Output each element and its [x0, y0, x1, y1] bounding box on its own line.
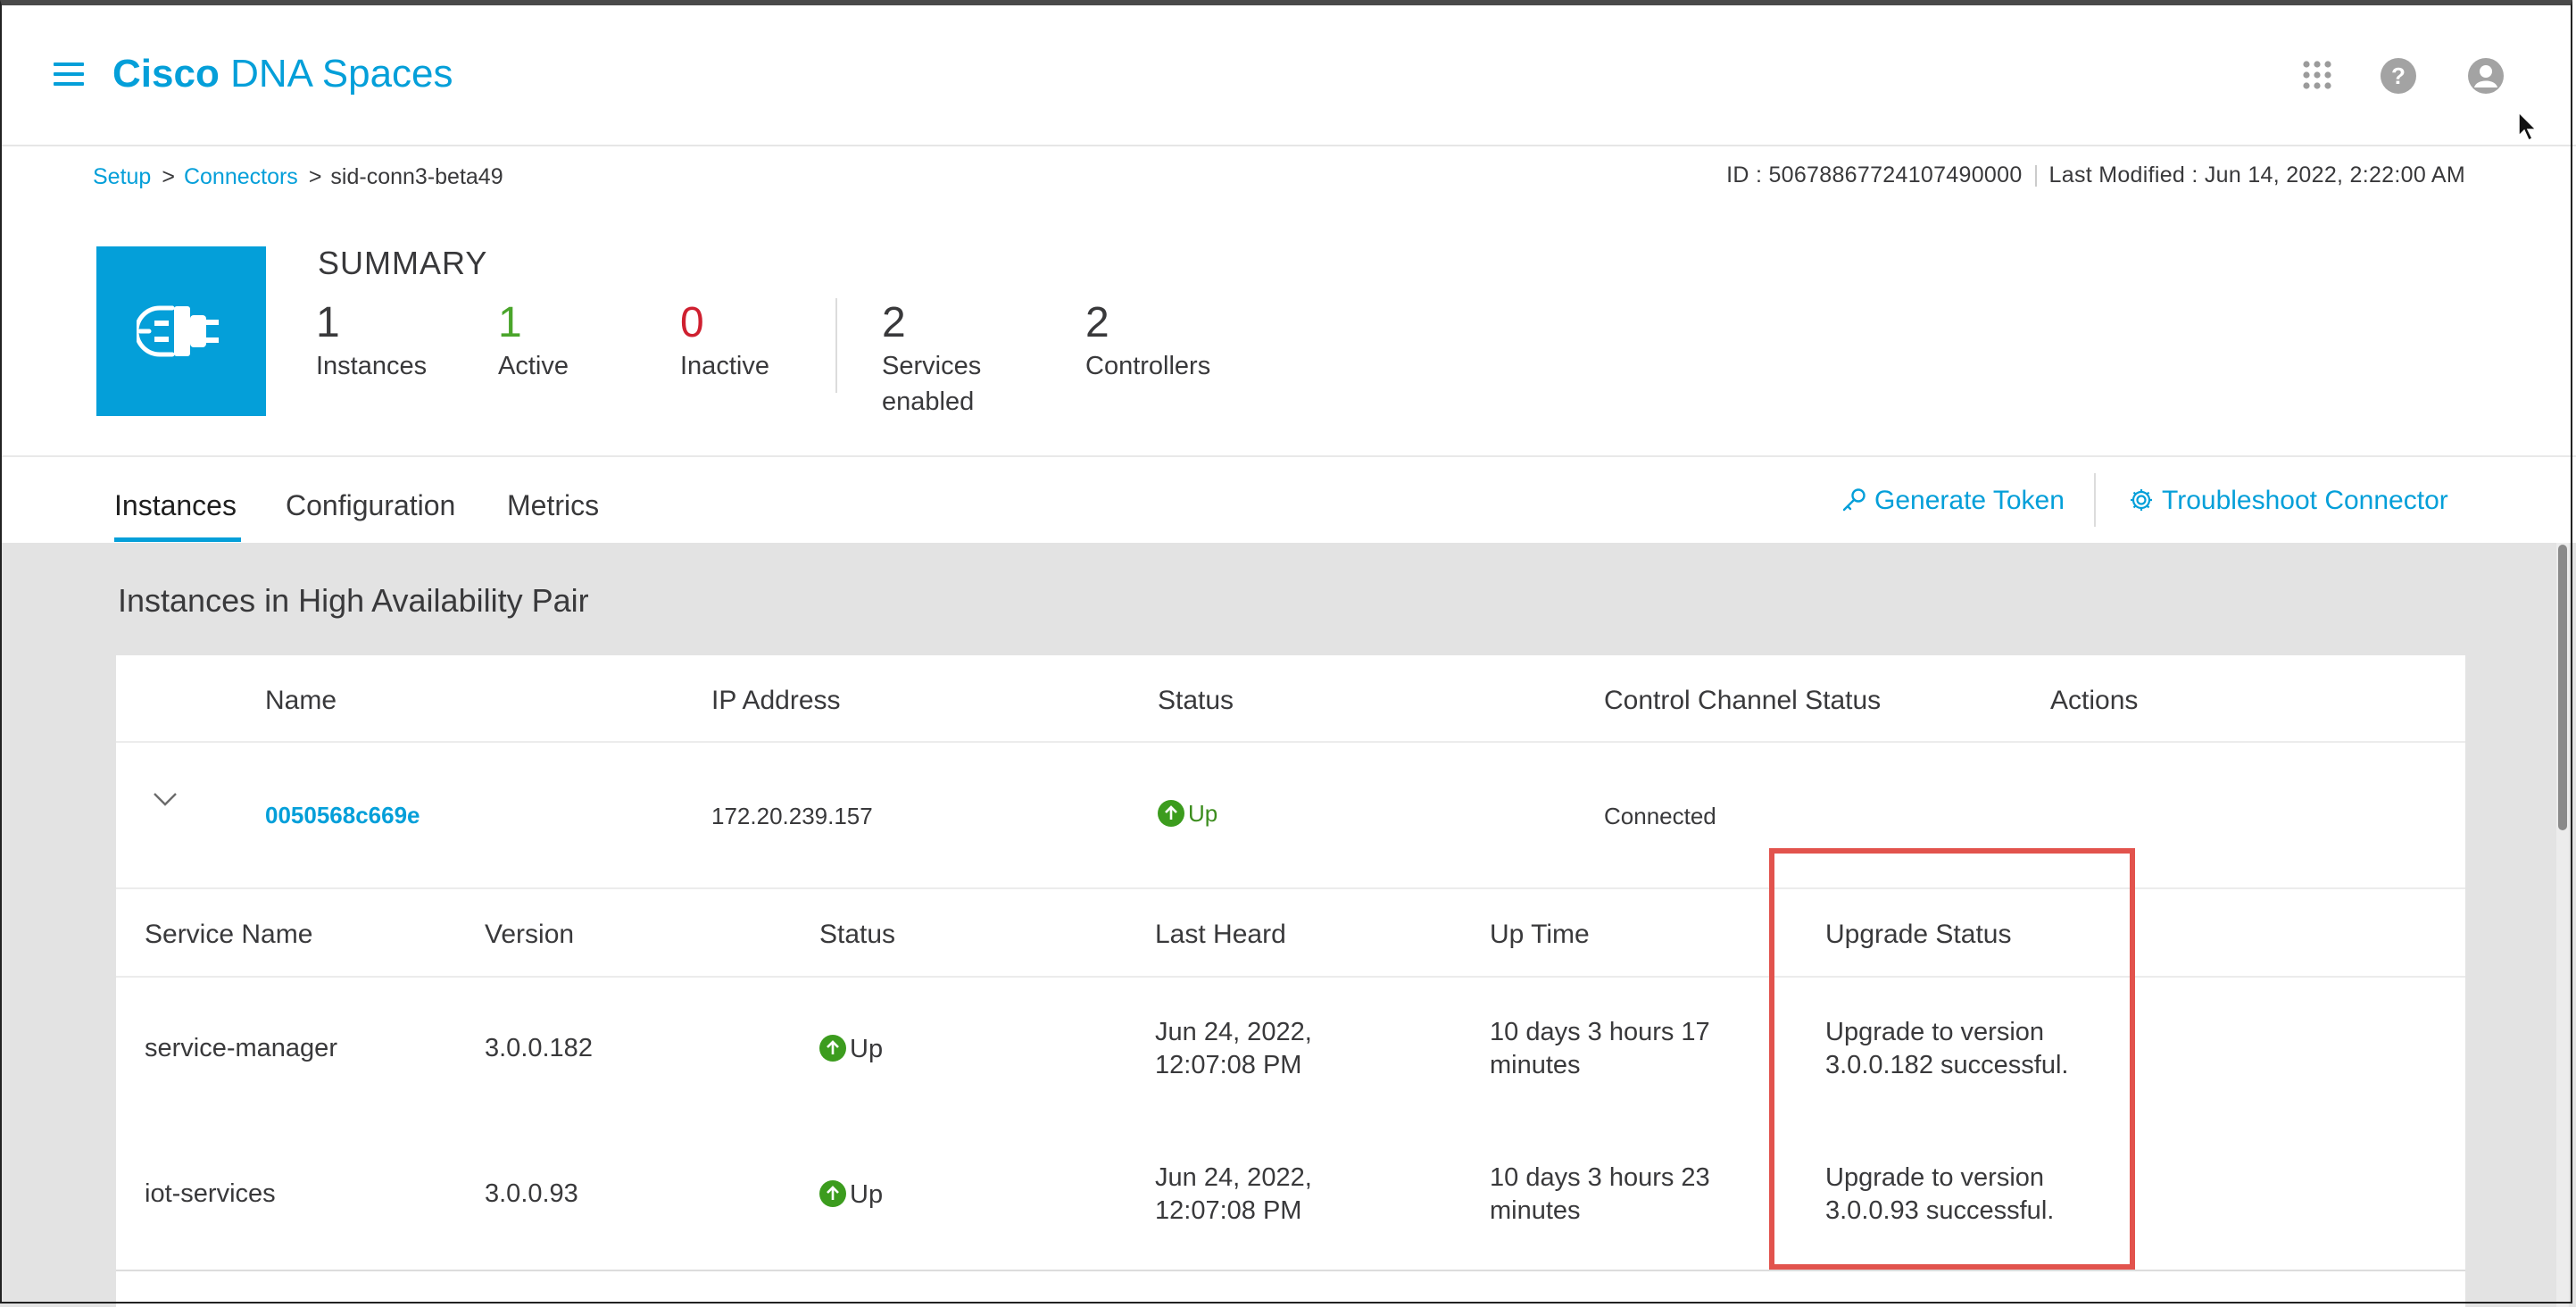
stat-label: Active	[498, 352, 569, 380]
tabs-bar: Instances Configuration Metrics Generate…	[0, 455, 2576, 545]
stat-value: 2	[882, 299, 906, 346]
connector-plug-icon	[137, 305, 219, 357]
column-header-service-name: Service Name	[145, 920, 313, 949]
column-header-ip: IP Address	[711, 686, 841, 715]
stat-value: 0	[680, 299, 704, 346]
status-up-icon	[819, 1180, 846, 1208]
status-up-icon	[819, 1035, 846, 1062]
troubleshoot-connector-button[interactable]: Troubleshoot Connector	[2128, 486, 2448, 516]
help-icon[interactable]: ?	[2380, 57, 2416, 94]
breadcrumb-separator: >	[308, 164, 322, 189]
service-version: 3.0.0.93	[485, 1179, 578, 1208]
stat-divider	[835, 298, 837, 393]
upgrade-status-highlight	[1769, 848, 2135, 1270]
tab-configuration[interactable]: Configuration	[286, 489, 455, 522]
troubleshoot-label: Troubleshoot Connector	[2162, 486, 2448, 515]
row-divider	[116, 1270, 2465, 1271]
user-icon[interactable]	[2467, 57, 2504, 94]
service-uptime: 10 days 3 hours 23 minutes	[1490, 1162, 1710, 1228]
brand-bold: Cisco	[112, 52, 220, 96]
stat-label: enabled	[882, 387, 975, 416]
key-icon	[1842, 488, 1866, 512]
breadcrumb-setup[interactable]: Setup	[93, 164, 151, 189]
scrollbar-thumb[interactable]	[2558, 545, 2567, 830]
stat-label: Instances	[316, 352, 428, 380]
column-header-status: Status	[1158, 686, 1234, 715]
stat-active: 1 Active	[498, 298, 569, 384]
instance-name: 0050568c669e	[265, 802, 420, 829]
instance-status-text: Up	[1188, 800, 1218, 827]
service-name: iot-services	[145, 1179, 276, 1208]
column-header-actions: Actions	[2050, 686, 2139, 715]
menu-icon[interactable]	[54, 62, 84, 86]
last-heard-time: 12:07:08 PM	[1155, 1196, 1302, 1225]
column-header-last-heard: Last Heard	[1155, 920, 1286, 949]
row-divider	[116, 741, 2465, 743]
breadcrumb-connectors[interactable]: Connectors	[184, 164, 298, 189]
breadcrumb-current: sid-conn3-beta49	[330, 164, 503, 189]
app-brand[interactable]: Cisco DNA Spaces	[112, 52, 453, 96]
column-header-name: Name	[265, 686, 337, 715]
service-uptime: 10 days 3 hours 17 minutes	[1490, 1016, 1710, 1082]
column-header-control-channel: Control Channel Status	[1604, 686, 1882, 715]
action-divider	[2094, 473, 2096, 527]
stat-label: Inactive	[680, 352, 769, 380]
service-version: 3.0.0.182	[485, 1034, 593, 1062]
connector-tile	[96, 246, 266, 416]
instance-status: Up	[1158, 800, 1217, 829]
summary-title: SUMMARY	[318, 245, 488, 281]
stat-services-enabled: 2 Services enabled	[882, 298, 981, 420]
stat-value: 1	[316, 299, 340, 346]
service-name: service-manager	[145, 1034, 337, 1062]
service-status-text: Up	[850, 1035, 884, 1063]
last-modified: Last Modified : Jun 14, 2022, 2:22:00 AM	[2048, 162, 2465, 187]
mouse-cursor-icon	[2517, 111, 2539, 143]
brand-rest: DNA Spaces	[230, 52, 453, 96]
generate-token-label: Generate Token	[1874, 486, 2065, 515]
service-status: Up	[819, 1179, 883, 1212]
section-title: Instances in High Availability Pair	[118, 582, 589, 619]
column-header-version: Version	[485, 920, 575, 949]
generate-token-button[interactable]: Generate Token	[1841, 486, 2065, 516]
tab-instances[interactable]: Instances	[114, 489, 237, 522]
active-tab-indicator	[114, 537, 241, 542]
last-heard-date: Jun 24, 2022,	[1155, 1018, 1312, 1046]
instance-name-link[interactable]: 0050568c669e	[265, 802, 420, 829]
tab-metrics[interactable]: Metrics	[507, 489, 599, 522]
connector-meta: ID : 50678867724107490000 Last Modified :…	[1726, 162, 2465, 188]
uptime-line-1: 10 days 3 hours 17	[1490, 1018, 1710, 1046]
svg-text:?: ?	[2391, 62, 2406, 89]
instance-control-channel: Connected	[1604, 803, 1716, 829]
connector-id: ID : 50678867724107490000	[1726, 162, 2023, 187]
uptime-line-2: minutes	[1490, 1051, 1581, 1079]
chevron-down-icon[interactable]	[152, 791, 179, 812]
stat-controllers: 2 Controllers	[1085, 298, 1210, 384]
stat-label: Services	[882, 352, 982, 380]
last-heard-time: 12:07:08 PM	[1155, 1051, 1302, 1079]
service-last-heard: Jun 24, 2022, 12:07:08 PM	[1155, 1016, 1312, 1082]
stat-instances: 1 Instances	[316, 298, 427, 384]
column-header-up-time: Up Time	[1490, 920, 1590, 949]
status-up-icon	[1158, 800, 1184, 828]
uptime-line-1: 10 days 3 hours 23	[1490, 1163, 1710, 1192]
gear-icon	[2131, 489, 2152, 512]
service-status-text: Up	[850, 1180, 884, 1209]
meta-divider	[2034, 165, 2037, 187]
stat-label: Controllers	[1085, 352, 1211, 380]
instance-ip: 172.20.239.157	[711, 803, 873, 829]
stat-value: 2	[1085, 299, 1109, 346]
top-header: Cisco DNA Spaces ?	[0, 0, 2576, 146]
stat-value: 1	[498, 299, 522, 346]
service-last-heard: Jun 24, 2022, 12:07:08 PM	[1155, 1162, 1312, 1228]
breadcrumb: Setup > Connectors > sid-conn3-beta49	[93, 164, 503, 190]
last-heard-date: Jun 24, 2022,	[1155, 1163, 1312, 1192]
service-status: Up	[819, 1033, 883, 1066]
column-header-service-status: Status	[819, 920, 896, 949]
apps-grid-icon[interactable]	[2299, 57, 2335, 93]
uptime-line-2: minutes	[1490, 1196, 1581, 1225]
stat-inactive: 0 Inactive	[680, 298, 769, 384]
breadcrumb-separator: >	[162, 164, 175, 189]
